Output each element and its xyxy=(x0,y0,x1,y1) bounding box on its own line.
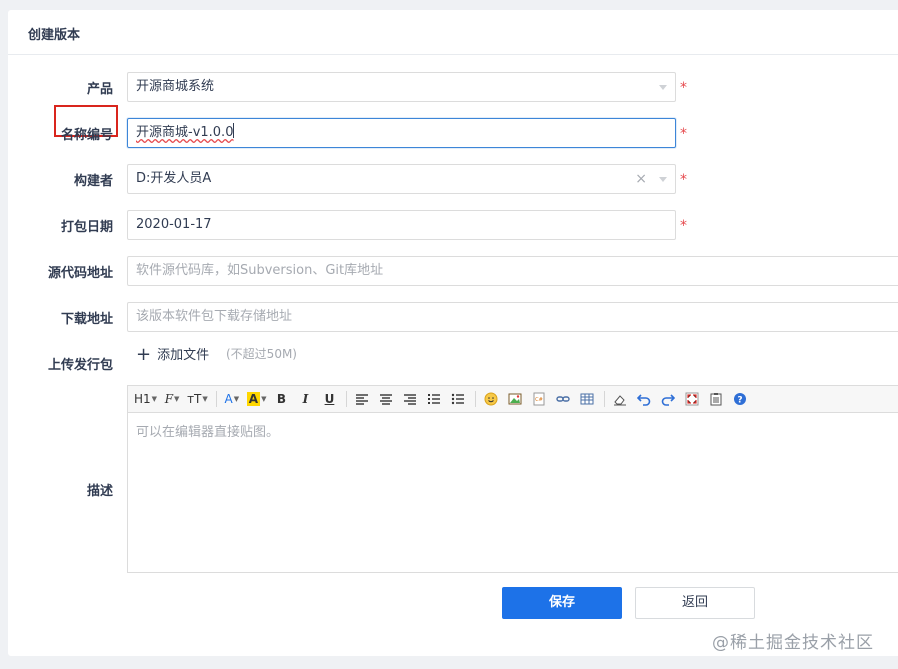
upload-limit-text: (不超过50M) xyxy=(226,347,297,361)
plus-icon: + xyxy=(136,344,152,365)
paste-icon[interactable] xyxy=(707,390,725,408)
page-title: 创建版本 xyxy=(28,28,81,43)
heading-button[interactable]: H1 ▼ xyxy=(134,390,157,408)
chevron-down-icon xyxy=(659,177,667,182)
name-input[interactable]: 开源商城-v1.0.0 xyxy=(127,118,676,148)
font-size-button[interactable]: тT ▼ xyxy=(187,390,208,408)
add-file-label: 添加文件 xyxy=(157,348,210,363)
date-label: 打包日期 xyxy=(60,220,113,235)
editor-placeholder: 可以在编辑器直接贴图。 xyxy=(136,425,280,440)
builder-select[interactable]: D:开发人员A × xyxy=(127,164,676,194)
toolbar-divider xyxy=(215,391,217,407)
source-label: 源代码地址 xyxy=(47,266,113,281)
bold-button[interactable]: B xyxy=(272,390,290,408)
download-label: 下载地址 xyxy=(60,312,113,327)
product-select[interactable]: 开源商城系统 xyxy=(127,72,676,102)
source-url-placeholder: 软件源代码库，如Subversion、Git库地址 xyxy=(136,263,384,278)
highlight-color-button[interactable]: A ▼ xyxy=(246,390,266,408)
undo-icon[interactable] xyxy=(635,390,653,408)
redo-icon[interactable] xyxy=(659,390,677,408)
align-right-icon[interactable] xyxy=(401,390,419,408)
date-input-value: 2020-01-17 xyxy=(136,217,212,232)
builder-select-value: D:开发人员A xyxy=(136,171,212,186)
clear-icon[interactable]: × xyxy=(635,165,647,193)
add-file-button[interactable]: + 添加文件 xyxy=(136,344,209,366)
table-icon[interactable] xyxy=(578,390,596,408)
download-url-input[interactable]: 该版本软件包下载存储地址 xyxy=(127,302,898,332)
product-select-value: 开源商城系统 xyxy=(136,79,215,94)
code-icon[interactable]: C# xyxy=(530,390,548,408)
toolbar-divider xyxy=(475,391,477,407)
chevron-down-icon xyxy=(659,85,667,90)
eraser-icon[interactable] xyxy=(611,390,629,408)
font-color-button[interactable]: A ▼ xyxy=(223,390,241,408)
download-url-placeholder: 该版本软件包下载存储地址 xyxy=(136,309,293,324)
ordered-list-icon[interactable] xyxy=(425,390,443,408)
italic-button[interactable]: I xyxy=(296,390,314,408)
highlight-color-label: A xyxy=(246,392,261,406)
fullscreen-icon[interactable] xyxy=(683,390,701,408)
text-cursor xyxy=(233,123,235,138)
font-family-label: F xyxy=(164,392,174,406)
link-icon[interactable] xyxy=(554,390,572,408)
toolbar-divider xyxy=(346,391,348,407)
toolbar-divider xyxy=(604,391,606,407)
help-icon[interactable]: ? xyxy=(731,390,749,408)
image-icon[interactable] xyxy=(506,390,524,408)
font-family-button[interactable]: F ▼ xyxy=(163,390,181,408)
unordered-list-icon[interactable] xyxy=(449,390,467,408)
required-mark: * xyxy=(680,172,687,188)
align-center-icon[interactable] xyxy=(377,390,395,408)
font-size-label: тT xyxy=(187,392,202,406)
align-left-icon[interactable] xyxy=(353,390,371,408)
upload-label: 上传发行包 xyxy=(47,358,113,373)
name-input-value: 开源商城-v1.0.0 xyxy=(136,125,234,140)
date-input[interactable]: 2020-01-17 xyxy=(127,210,676,240)
source-url-input[interactable]: 软件源代码库，如Subversion、Git库地址 xyxy=(127,256,898,286)
save-button[interactable]: 保存 xyxy=(502,587,622,619)
watermark: @稀土掘金技术社区 xyxy=(712,633,874,653)
required-mark: * xyxy=(680,126,687,142)
builder-label: 构建者 xyxy=(73,174,113,189)
back-button[interactable]: 返回 xyxy=(635,587,755,619)
panel-header: 创建版本 xyxy=(8,10,898,55)
editor-toolbar: H1 ▼ F ▼ тT ▼ A ▼ A ▼ B I U C# ? xyxy=(128,386,898,413)
emoji-icon[interactable] xyxy=(482,390,500,408)
product-label: 产品 xyxy=(86,82,113,97)
heading-label: H1 xyxy=(134,392,151,406)
rich-text-editor[interactable]: H1 ▼ F ▼ тT ▼ A ▼ A ▼ B I U C# ? 可以在编辑器直… xyxy=(127,385,898,573)
name-label: 名称编号 xyxy=(60,128,113,143)
description-label: 描述 xyxy=(86,484,113,499)
underline-button[interactable]: U xyxy=(320,390,338,408)
required-mark: * xyxy=(680,80,687,96)
svg-text:C#: C# xyxy=(536,397,544,403)
font-color-label: A xyxy=(224,392,233,406)
required-mark: * xyxy=(680,218,687,234)
svg-text:?: ? xyxy=(738,396,743,406)
editor-content[interactable]: 可以在编辑器直接贴图。 xyxy=(128,413,898,448)
